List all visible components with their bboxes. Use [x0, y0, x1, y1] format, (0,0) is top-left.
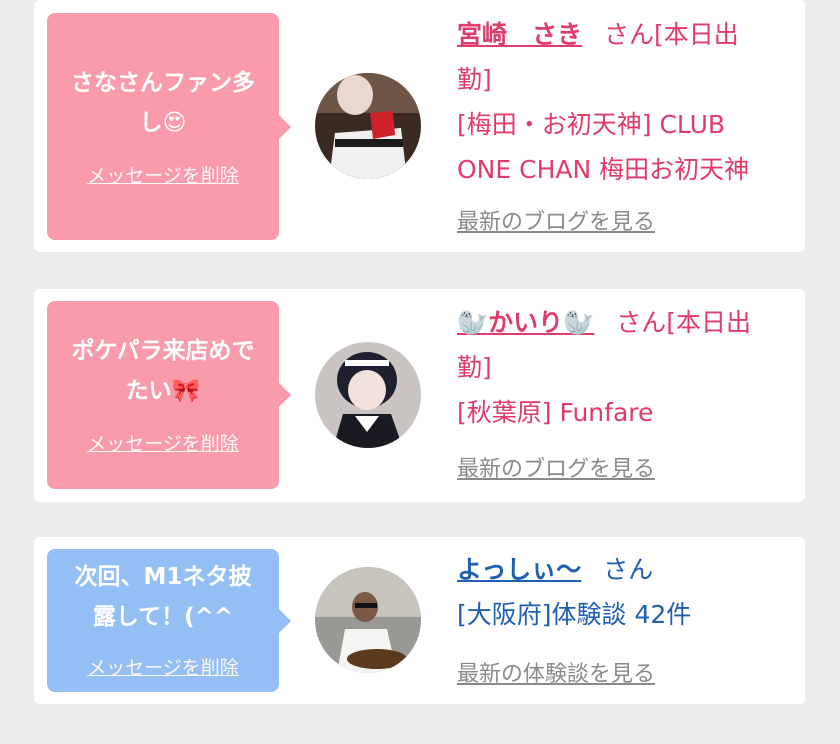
latest-blog-link[interactable]: 最新のブログを見る	[457, 451, 655, 483]
message-bubble: 次回、M1ネタ披 露して！(^^ メッセージを削除	[47, 549, 291, 692]
heart-eyes-icon: 😍	[162, 110, 187, 136]
member-info: 🦭かいり🦭 さん[本日出 勤] [秋葉原] Funfare 最新のブログを見る	[457, 308, 752, 482]
member-info: よっしぃ〜 さん [大阪府]体験談 42件 最新の体験談を見る	[457, 555, 692, 687]
message-text: さなさんファン多 し😍	[71, 70, 255, 136]
message-bubble: ポケパラ来店めで たい🎀 メッセージを削除	[47, 301, 291, 489]
member-info: 宮崎 さき さん[本日出 勤] [梅田・お初天神] CLUB ONE CHAN 梅…	[457, 20, 750, 235]
message-card: さなさんファン多 し😍 メッセージを削除 宮崎 さき さん[本日出 勤] [梅田・…	[34, 0, 805, 252]
message-card: 次回、M1ネタ披 露して！(^^ メッセージを削除 よっしぃ〜 さん [大阪府]体…	[34, 537, 805, 704]
message-text: ポケパラ来店めで たい🎀	[71, 338, 255, 404]
delete-message-link[interactable]: メッセージを削除	[47, 161, 279, 188]
member-name-link[interactable]: 🦭かいり🦭	[457, 308, 594, 337]
seal-icon: 🦭	[457, 308, 489, 337]
message-text: 次回、M1ネタ披 露して！(^^	[74, 564, 252, 630]
delete-message-link[interactable]: メッセージを削除	[47, 429, 279, 456]
latest-review-link[interactable]: 最新の体験談を見る	[457, 656, 655, 688]
avatar[interactable]	[315, 567, 421, 673]
member-name-link[interactable]: 宮崎 さき	[457, 20, 582, 49]
latest-blog-link[interactable]: 最新のブログを見る	[457, 204, 655, 236]
member-name-link[interactable]: よっしぃ〜	[457, 555, 581, 584]
avatar[interactable]	[315, 342, 421, 448]
ribbon-icon: 🎀	[171, 378, 201, 404]
message-card: ポケパラ来店めで たい🎀 メッセージを削除 🦭かいり🦭 さん[本日出 勤] [秋葉…	[34, 289, 805, 502]
delete-message-link[interactable]: メッセージを削除	[47, 653, 279, 680]
avatar[interactable]	[315, 73, 421, 179]
seal-icon: 🦭	[563, 308, 595, 337]
message-bubble: さなさんファン多 し😍 メッセージを削除	[47, 13, 291, 240]
